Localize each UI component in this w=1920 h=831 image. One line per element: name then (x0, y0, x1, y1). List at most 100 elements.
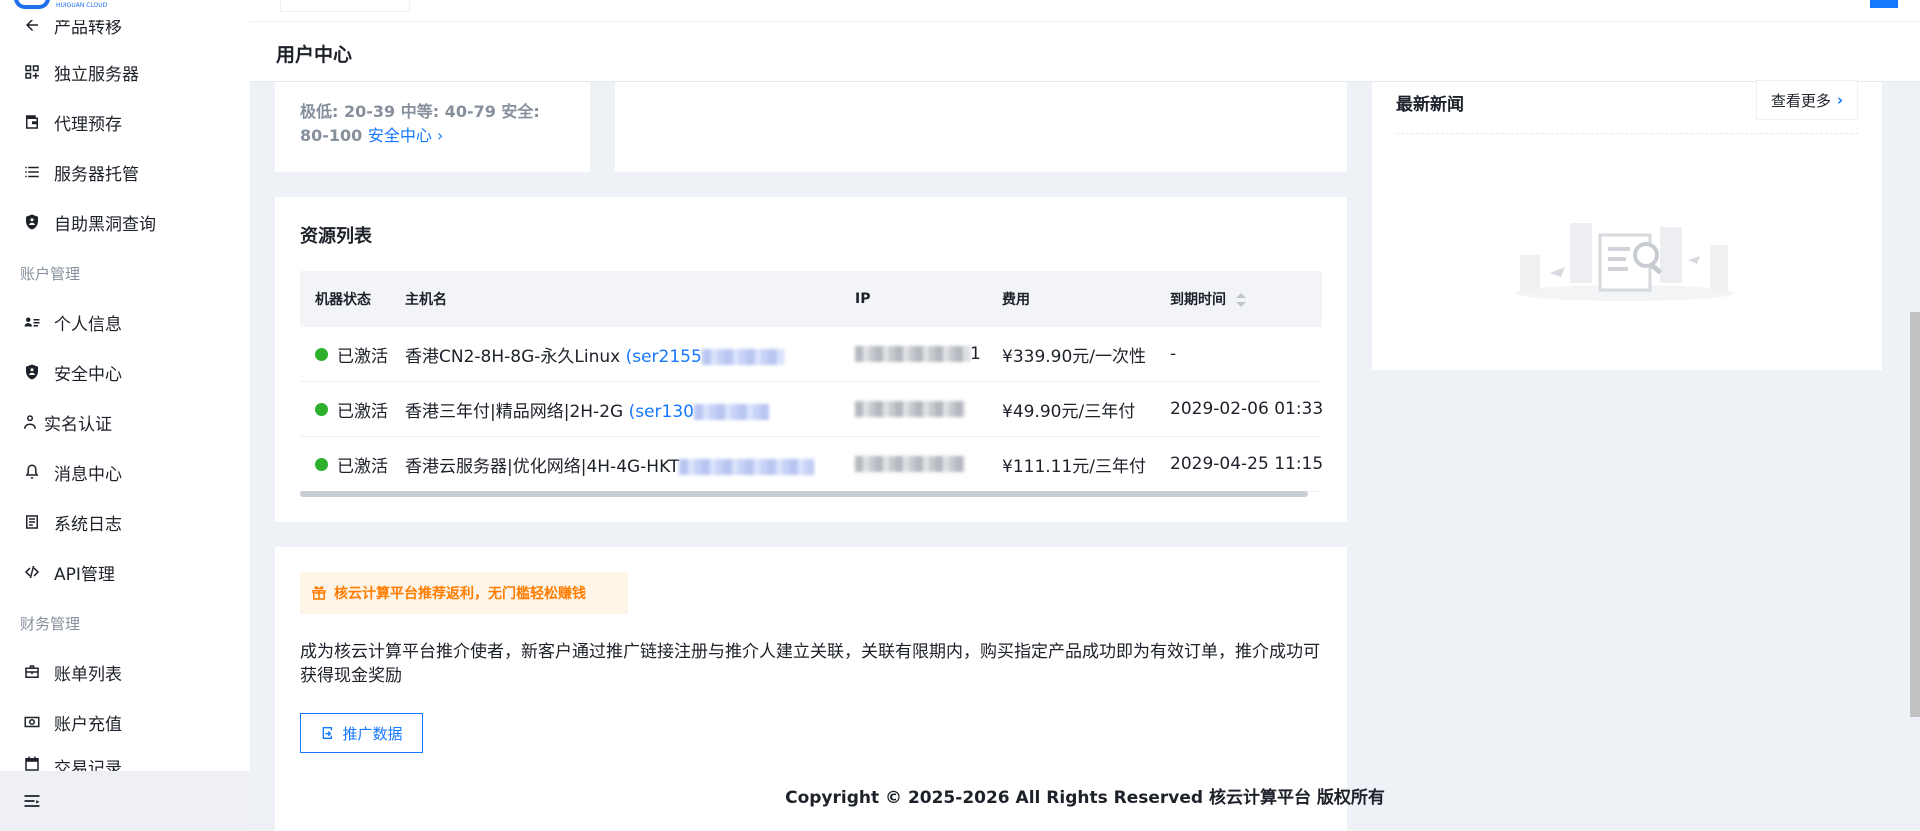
redacted-ip (855, 346, 970, 362)
code-icon (22, 562, 42, 582)
table-row[interactable]: 已激活 香港CN2-8H-8G-永久Linux (ser2155 1 ¥339.… (300, 327, 1322, 382)
sidebar-item-dedicated-server[interactable]: 独立服务器 (0, 52, 250, 92)
sidebar-item-label: API管理 (54, 564, 115, 585)
menu-collapse-icon (24, 795, 40, 807)
redacted-text (693, 403, 769, 420)
brand-logo[interactable]: HUIGUAN CLOUD (14, 0, 154, 10)
referral-description: 成为核云计算平台推介使者，新客户通过推广链接注册与推介人建立关联，关联有限期内，… (300, 642, 1320, 686)
redacted-text (701, 348, 784, 365)
promotion-data-button[interactable]: 推广数据 (300, 713, 423, 753)
sidebar-item-label: 自助黑洞查询 (54, 214, 156, 235)
logo-subtext: HUIGUAN CLOUD (56, 1, 108, 9)
security-center-link[interactable]: 安全中心 › (368, 126, 444, 145)
referral-badge: 核云计算平台推荐返利，无门槛轻松赚钱 (300, 572, 628, 614)
col-hostname: 主机名 (405, 292, 447, 308)
sidebar-item-label: 代理预存 (54, 114, 122, 135)
sidebar-item-label: 个人信息 (54, 314, 122, 335)
view-more-button[interactable]: 查看更多 › (1756, 80, 1858, 120)
top-header (250, 0, 1920, 22)
sidebar-item-api[interactable]: API管理 (0, 552, 250, 592)
export-icon (323, 727, 333, 739)
host-name: 香港CN2-8H-8G-永久Linux (405, 346, 621, 367)
group-account-management: 账户管理 (20, 265, 81, 283)
host-id-link[interactable]: (ser2155 (626, 347, 702, 367)
status-text: 已激活 (337, 346, 388, 367)
fee-value: ¥339.90元/一次性 (1002, 346, 1147, 367)
status-dot-icon (315, 457, 328, 471)
col-status: 机器状态 (315, 292, 371, 308)
sidebar-item-system-log[interactable]: 系统日志 (0, 502, 250, 542)
sidebar-item-server-hosting[interactable]: 服务器托管 (0, 152, 250, 192)
sidebar-item-recharge[interactable]: 账户充值 (0, 702, 250, 742)
sidebar-item-realname[interactable]: 实名认证 (0, 402, 250, 442)
page-header: 用户中心 (250, 22, 1920, 82)
sidebar-item-label: 系统日志 (54, 514, 122, 535)
page-title: 用户中心 (276, 44, 353, 66)
sidebar-item-transfer[interactable]: 产品转移 (0, 17, 250, 46)
resource-list-title: 资源列表 (300, 226, 372, 247)
group-finance-management: 财务管理 (20, 615, 81, 633)
col-ip: IP (855, 291, 871, 307)
sidebar-item-label: 产品转移 (54, 17, 122, 38)
news-divider (1396, 133, 1858, 134)
recharge-icon (22, 712, 42, 732)
table-header: 机器状态 主机名 IP 费用 到期时间 (300, 271, 1322, 327)
table-row[interactable]: 已激活 香港三年付|精品网络|2H-2G (ser130 ¥49.90元/三年付… (300, 382, 1324, 437)
briefcase-icon (22, 662, 42, 682)
security-legend: 极低: 20-39 中等: 40-79 安全: 80-100 安全中心 › (300, 100, 570, 148)
sidebar-item-label: 服务器托管 (54, 164, 139, 185)
fee-value: ¥111.11元/三年付 (1002, 456, 1147, 477)
shield-icon (22, 212, 42, 232)
empty-state-illustration (1515, 223, 1735, 301)
status-text: 已激活 (337, 401, 388, 422)
wallet-icon (22, 112, 42, 132)
sidebar-item-transactions[interactable]: 交易记录 (0, 752, 250, 772)
status-text: 已激活 (337, 456, 388, 477)
shield-icon (22, 362, 42, 382)
arrow-left-icon (22, 20, 42, 35)
sidebar-item-label: 实名认证 (44, 414, 112, 435)
sidebar-item-agent-deposit[interactable]: 代理预存 (0, 102, 250, 142)
expire-value: 2029-02-06 01:33 (1170, 399, 1324, 419)
expire-value: 2029-04-25 11:15 (1170, 454, 1324, 474)
sidebar-item-security-center[interactable]: 安全中心 (0, 352, 250, 392)
sidebar-item-label: 账户充值 (54, 714, 122, 735)
top-action-button[interactable] (1870, 0, 1898, 8)
sidebar-item-profile[interactable]: 个人信息 (0, 302, 250, 342)
sidebar: HUIGUAN CLOUD 产品转移 独立服务器 代理预存 服务器托管 自助黑洞… (0, 0, 250, 831)
gift-icon (312, 586, 326, 600)
sidebar-item-label: 消息中心 (54, 464, 122, 485)
table-row[interactable]: 已激活 香港云服务器|优化网络|4H-4G-HKT ¥111.11元/三年付 2… (300, 437, 1324, 492)
redacted-text (679, 458, 815, 475)
page-vertical-scrollbar[interactable] (1910, 312, 1920, 717)
col-fee: 费用 (1002, 292, 1030, 308)
copyright-footer: Copyright © 2025-2026 All Rights Reserve… (785, 788, 1385, 808)
view-more-label: 查看更多 (1770, 91, 1831, 110)
referral-badge-text: 核云计算平台推荐返利，无门槛轻松赚钱 (334, 586, 586, 602)
sidebar-item-bills[interactable]: 账单列表 (0, 652, 250, 692)
col-expire[interactable]: 到期时间 (1170, 289, 1322, 309)
person-icon (20, 412, 40, 432)
top-logo[interactable] (280, 0, 410, 12)
chevron-right-icon: › (1836, 91, 1844, 109)
table-horizontal-scrollbar[interactable] (300, 491, 1308, 497)
sidebar-item-blackhole-query[interactable]: 自助黑洞查询 (0, 202, 250, 242)
user-card-icon (22, 312, 42, 332)
fee-value: ¥49.90元/三年付 (1002, 401, 1136, 422)
logo-mark (14, 0, 50, 9)
host-name: 香港云服务器|优化网络|4H-4G-HKT (405, 456, 680, 477)
promotion-data-label: 推广数据 (342, 724, 403, 743)
host-id-link[interactable]: (ser130 (629, 402, 694, 422)
log-icon (22, 512, 42, 532)
bell-icon (22, 462, 42, 482)
ip-tail: 1 (970, 344, 981, 364)
list-icon (22, 162, 42, 182)
overview-card (615, 82, 1347, 172)
sidebar-item-label: 安全中心 (54, 364, 122, 385)
sidebar-item-messages[interactable]: 消息中心 (0, 452, 250, 492)
sort-icon[interactable] (1236, 293, 1246, 307)
sidebar-item-label: 独立服务器 (54, 64, 139, 85)
redacted-ip (855, 456, 965, 472)
calendar-icon (22, 754, 42, 772)
sidebar-collapse-button[interactable] (0, 771, 250, 831)
